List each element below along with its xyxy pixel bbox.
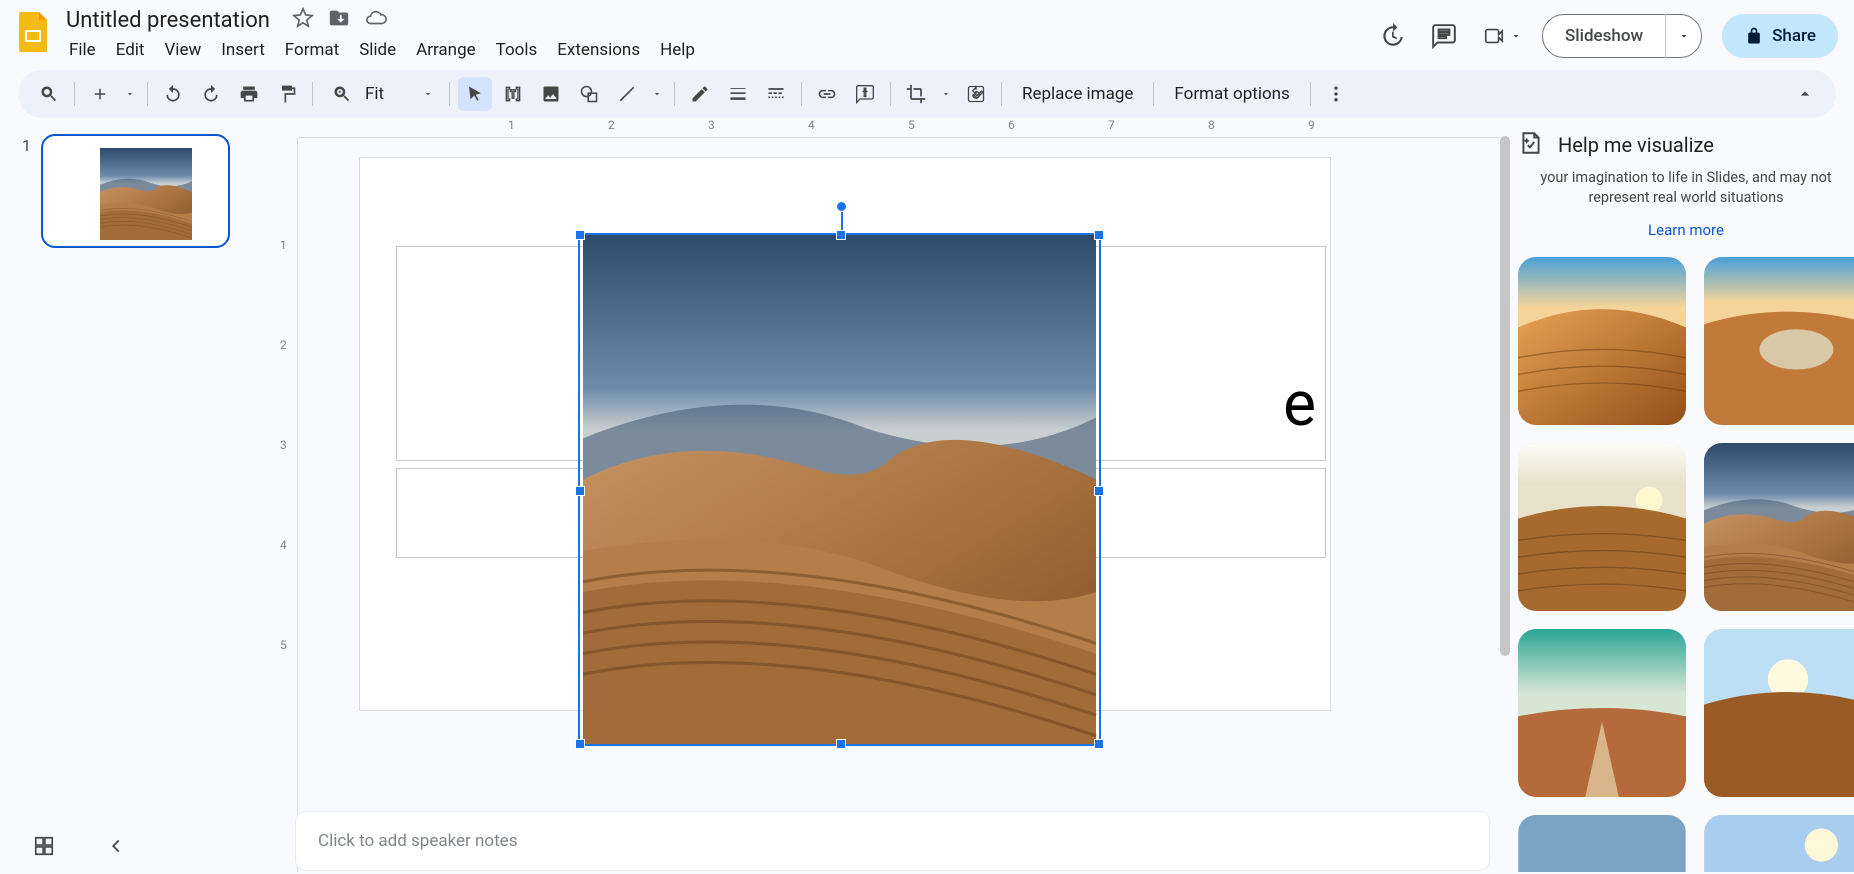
new-slide-dropdown[interactable] [121,77,139,111]
menu-edit[interactable]: Edit [107,36,154,64]
toolbar: Fit Replace image Format options [18,70,1836,118]
share-button[interactable]: Share [1722,14,1838,58]
help-me-visualize-panel: Help me visualize your imagination to li… [1500,118,1854,872]
shape-icon[interactable] [572,77,606,111]
comment-icon[interactable] [848,77,882,111]
line-icon[interactable] [610,77,644,111]
zoom-level[interactable]: Fit [365,84,413,104]
print-icon[interactable] [232,77,266,111]
star-icon[interactable] [292,7,314,33]
format-options-button[interactable]: Format options [1162,77,1301,111]
filmstrip: 1 [0,118,248,872]
menu-help[interactable]: Help [651,36,704,64]
visualize-icon [1518,130,1544,160]
menu-bar: File Edit View Insert Format Slide Arran… [60,36,1376,64]
reset-image-icon[interactable] [959,77,993,111]
move-icon[interactable] [328,7,350,33]
speaker-notes[interactable]: Click to add speaker notes [296,812,1489,870]
cloud-status-icon[interactable] [364,7,388,33]
image-icon[interactable] [534,77,568,111]
canvas-scrollbar[interactable] [1500,136,1510,656]
textbox-icon[interactable] [496,77,530,111]
menu-extensions[interactable]: Extensions [548,36,649,64]
slide-thumbnail-1[interactable] [41,134,230,248]
suggestion-tile-5[interactable] [1518,629,1686,797]
border-weight-icon[interactable] [721,77,755,111]
suggestion-tile-6[interactable] [1704,629,1854,797]
panel-description: your imagination to life in Slides, and … [1518,168,1854,207]
selected-image[interactable] [578,233,1101,746]
doc-title[interactable]: Untitled presentation [60,8,276,33]
menu-arrange[interactable]: Arrange [407,36,484,64]
history-icon[interactable] [1376,20,1408,52]
menu-view[interactable]: View [155,36,210,64]
speaker-notes-placeholder: Click to add speaker notes [318,831,517,851]
select-tool-icon[interactable] [458,77,492,111]
redo-icon[interactable] [194,77,228,111]
menu-slide[interactable]: Slide [350,36,405,64]
suggestion-tile-1[interactable] [1518,257,1686,425]
app-logo[interactable] [12,10,56,54]
suggestion-tile-2[interactable] [1704,257,1854,425]
line-dropdown[interactable] [648,77,666,111]
replace-image-button[interactable]: Replace image [1010,77,1145,111]
crop-icon[interactable] [899,77,933,111]
collapse-filmstrip-icon[interactable] [100,830,132,862]
search-menu-icon[interactable] [32,77,66,111]
meet-button[interactable] [1480,25,1522,47]
more-icon[interactable] [1319,77,1353,111]
mask-dropdown[interactable] [937,77,955,111]
learn-more-link[interactable]: Learn more [1518,221,1854,239]
menu-format[interactable]: Format [276,36,348,64]
suggestion-tile-7[interactable] [1518,815,1686,872]
comments-icon[interactable] [1428,20,1460,52]
paint-format-icon[interactable] [270,77,304,111]
border-color-icon[interactable] [683,77,717,111]
border-dash-icon[interactable] [759,77,793,111]
title-peek-char: e [1283,368,1316,441]
slide-number: 1 [22,134,31,872]
menu-tools[interactable]: Tools [487,36,547,64]
undo-icon[interactable] [156,77,190,111]
suggestion-tile-3[interactable] [1518,443,1686,611]
slideshow-button[interactable]: Slideshow [1542,14,1702,58]
menu-insert[interactable]: Insert [212,36,274,64]
panel-title: Help me visualize [1558,133,1714,157]
collapse-toolbar-icon[interactable] [1788,77,1822,111]
slideshow-dropdown[interactable] [1665,14,1701,58]
slide-canvas[interactable]: 1 2 3 4 5 6 7 8 9 1 2 3 4 5 e [248,118,1500,872]
zoom-icon[interactable] [325,77,359,111]
ruler-horizontal: 1 2 3 4 5 6 7 8 9 [298,118,1500,138]
new-slide-icon[interactable] [83,77,117,111]
grid-view-icon[interactable] [28,830,60,862]
suggestion-tile-8[interactable] [1704,815,1854,872]
menu-file[interactable]: File [60,36,105,64]
link-icon[interactable] [810,77,844,111]
ruler-vertical: 1 2 3 4 5 [276,138,298,872]
zoom-dropdown[interactable] [419,77,437,111]
suggestion-tile-4[interactable] [1704,443,1854,611]
